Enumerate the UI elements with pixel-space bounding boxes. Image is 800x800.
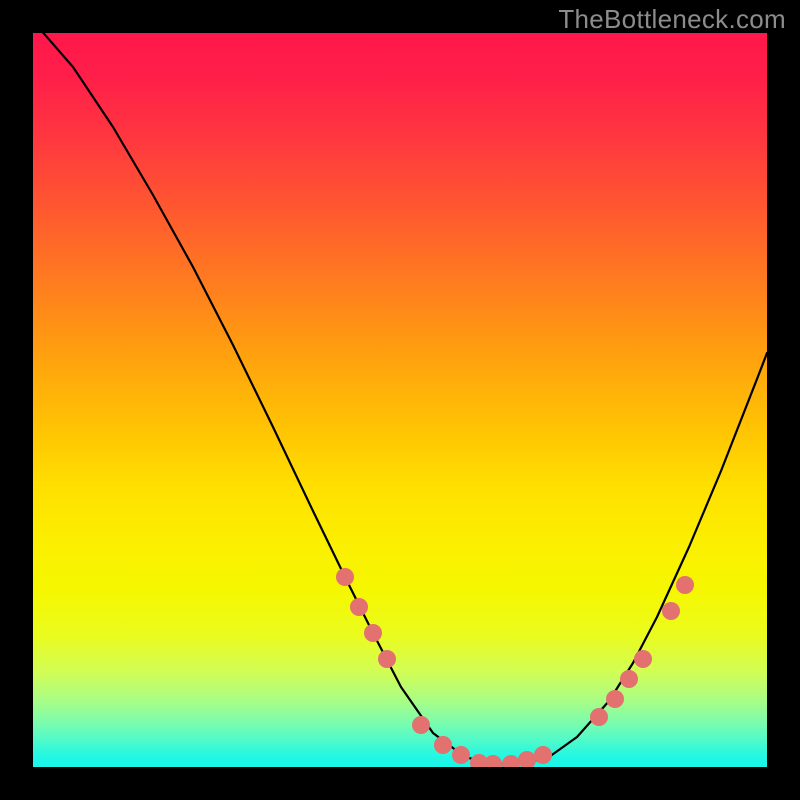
curve-marker bbox=[336, 568, 354, 586]
curve-marker bbox=[606, 690, 624, 708]
curve-marker bbox=[518, 751, 536, 767]
curve-marker bbox=[534, 746, 552, 764]
chart-svg bbox=[33, 33, 767, 767]
curve-marker bbox=[350, 598, 368, 616]
curve-marker bbox=[434, 736, 452, 754]
bottleneck-curve bbox=[33, 33, 767, 764]
plot-area bbox=[33, 33, 767, 767]
curve-marker bbox=[676, 576, 694, 594]
curve-marker bbox=[412, 716, 430, 734]
curve-marker bbox=[484, 755, 502, 767]
curve-marker bbox=[620, 670, 638, 688]
curve-marker bbox=[378, 650, 396, 668]
chart-frame: TheBottleneck.com bbox=[0, 0, 800, 800]
curve-marker bbox=[634, 650, 652, 668]
curve-marker bbox=[662, 602, 680, 620]
curve-marker bbox=[590, 708, 608, 726]
watermark-text: TheBottleneck.com bbox=[558, 4, 786, 35]
curve-markers bbox=[336, 568, 694, 767]
curve-marker bbox=[502, 755, 520, 767]
curve-marker bbox=[364, 624, 382, 642]
curve-marker bbox=[452, 746, 470, 764]
